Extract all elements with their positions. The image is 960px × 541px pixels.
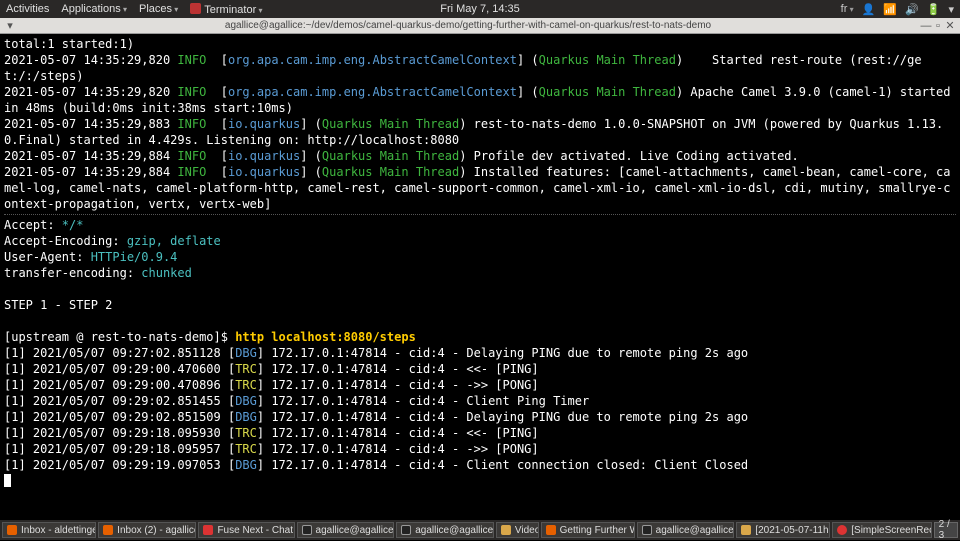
window-titlebar: ▾ agallice@agallice:~/dev/demos/camel-qu…: [0, 18, 960, 34]
tray-chevron-down-icon[interactable]: ▾: [948, 3, 954, 16]
taskbar-item-label: [SimpleScreenRecord…: [851, 525, 931, 536]
terminator-icon: [190, 3, 201, 14]
taskbar-item[interactable]: Inbox - aldettinger@…: [2, 522, 96, 538]
active-app-label: Terminator: [204, 4, 256, 16]
window-close-button[interactable]: ✕: [944, 19, 956, 32]
terminal-pane[interactable]: total:1 started:1) 2021-05-07 14:35:29,8…: [0, 34, 960, 520]
taskbar-item[interactable]: Inbox (2) - agallice@r…: [98, 522, 196, 538]
taskbar-item[interactable]: Getting Further With…: [541, 522, 635, 538]
taskbar-item-label: [2021-05-07-11h-Ge…: [755, 525, 830, 536]
taskbar-item[interactable]: Videos: [496, 522, 539, 538]
taskbar-item[interactable]: Fuse Next - Chat - M…: [198, 522, 294, 538]
taskbar-app-icon: [546, 525, 556, 535]
taskbar-app-icon: [203, 525, 213, 535]
window-menu-button[interactable]: ▾: [4, 19, 16, 32]
taskbar-item-label: Videos: [515, 525, 539, 536]
taskbar-item-label: Fuse Next - Chat - M…: [217, 525, 294, 536]
taskbar-app-icon: [837, 525, 847, 535]
window-maximize-button[interactable]: ▫: [932, 20, 944, 32]
tray-battery-icon[interactable]: 🔋: [927, 3, 941, 16]
taskbar-app-icon: [642, 525, 652, 535]
tray-volume-icon[interactable]: 🔊: [905, 3, 919, 16]
window-minimize-button[interactable]: —: [920, 20, 932, 32]
taskbar-item-label: agallice@agallice:~/d…: [316, 525, 395, 536]
taskbar-item[interactable]: [2021-05-07-11h-Ge…: [736, 522, 830, 538]
menu-active-app[interactable]: Terminator: [190, 3, 262, 16]
window-title: agallice@agallice:~/dev/demos/camel-quar…: [16, 20, 920, 31]
tray-lang[interactable]: fr: [841, 3, 854, 15]
menubar-clock[interactable]: Fri May 7, 14:35: [440, 3, 519, 15]
taskbar-item-label: agallice@agallice:~/d…: [415, 525, 494, 536]
taskbar-item-label: Inbox (2) - agallice@r…: [117, 525, 196, 536]
top-menubar: Activities Applications Places Terminato…: [0, 0, 960, 18]
taskbar-app-icon: [741, 525, 751, 535]
menu-activities[interactable]: Activities: [6, 3, 49, 15]
taskbar: Inbox - aldettinger@… Inbox (2) - agallic…: [0, 520, 960, 540]
taskbar-app-icon: [7, 525, 17, 535]
taskbar-item[interactable]: agallice@agallice:~/d…: [297, 522, 395, 538]
menubar-tray: fr 👤 📶 🔊 🔋 ▾: [841, 3, 954, 16]
tray-network-icon[interactable]: 📶: [883, 3, 897, 16]
taskbar-app-icon: [103, 525, 113, 535]
taskbar-item-label: Getting Further With…: [560, 525, 635, 536]
taskbar-item-label: Inbox - aldettinger@…: [21, 525, 96, 536]
workspace-pager[interactable]: 2 / 3: [934, 522, 958, 538]
taskbar-item[interactable]: agallice@agallice:~/d…: [396, 522, 494, 538]
menu-places[interactable]: Places: [139, 3, 178, 15]
taskbar-app-icon: [501, 525, 511, 535]
taskbar-app-icon: [302, 525, 312, 535]
taskbar-item[interactable]: [SimpleScreenRecord…: [832, 522, 931, 538]
tray-user-icon[interactable]: 👤: [862, 3, 876, 16]
taskbar-app-icon: [401, 525, 411, 535]
menu-applications[interactable]: Applications: [61, 3, 127, 15]
taskbar-item-label: agallice@agallice:~/d…: [656, 525, 735, 536]
taskbar-item[interactable]: agallice@agallice:~/d…: [637, 522, 735, 538]
